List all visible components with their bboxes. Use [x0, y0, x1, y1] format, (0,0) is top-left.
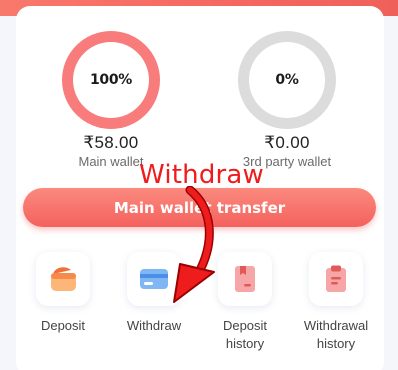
deposit-label: Deposit	[40, 318, 86, 333]
deposit-history-tile[interactable]	[218, 252, 272, 306]
deposit-history-label: Deposit history	[200, 317, 290, 353]
third-party-wallet-amount: ₹0.00	[264, 133, 310, 152]
withdrawal-history-label-line-1: Withdrawal	[303, 318, 369, 333]
main-wallet-amount: ₹58.00	[83, 133, 139, 152]
clipboard-icon	[326, 265, 346, 292]
deposit-action[interactable]: Deposit	[18, 252, 108, 335]
withdrawal-history-tile[interactable]	[309, 252, 363, 306]
withdrawal-history-label: Withdrawal history	[291, 317, 381, 353]
main-wallet-gauge: 100%	[62, 31, 160, 129]
third-party-wallet-gauge: 0%	[238, 31, 336, 129]
deposit-history-label-line-2: history	[225, 336, 265, 351]
withdraw-label: Withdraw	[126, 318, 182, 333]
deposit-history-label-line-1: Deposit	[222, 318, 268, 333]
annotation-arrow-icon	[173, 186, 215, 303]
third-party-wallet-percent: 0%	[275, 72, 299, 88]
main-wallet-percent: 100%	[89, 72, 133, 88]
document-icon	[235, 266, 255, 292]
withdrawal-history-action[interactable]: Withdrawal history	[291, 252, 381, 353]
wallet-icon	[51, 267, 76, 291]
deposit-tile[interactable]	[36, 252, 90, 306]
withdrawal-history-label-line-2: history	[316, 336, 356, 351]
